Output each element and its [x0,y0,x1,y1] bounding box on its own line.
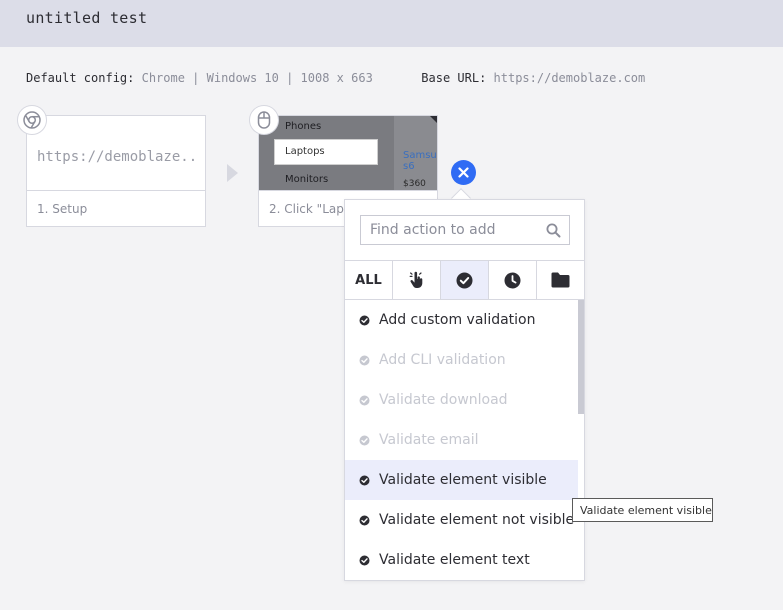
close-panel-button[interactable] [451,160,476,185]
step-card-setup[interactable]: https://demoblaze.... 1. Setup [26,115,206,227]
close-icon [458,167,469,178]
check-circle-icon [359,395,370,405]
action-item: Add CLI validation [345,340,578,380]
thumb-item-monitors: Monitors [285,174,329,185]
action-search[interactable] [360,215,570,245]
action-item[interactable]: Add custom validation [345,300,578,340]
add-action-panel: ALL Add custom validationAdd C [344,199,585,581]
filter-folder[interactable] [537,261,584,299]
action-item: Validate download [345,380,578,420]
chevron-right-icon [227,164,238,182]
thumb-product-price: $360 [403,179,426,189]
check-circle-icon [359,515,370,525]
filter-all-label: ALL [355,272,382,288]
clock-icon [504,272,521,288]
mouse-icon [249,105,279,135]
default-config-value[interactable]: Chrome | Windows 10 | 1008 x 663 [142,71,373,85]
action-item: Validate email [345,420,578,460]
config-line: Default config: Chrome | Windows 10 | 10… [26,71,645,87]
action-item[interactable]: Validate element visible [345,460,578,500]
step-screenshot-thumbnail: Phones Laptops Monitors Samsu s6 $360 [259,116,437,191]
base-url-value[interactable]: https://demoblaze.com [494,71,646,85]
folder-icon [551,272,570,288]
action-item-label: Validate element visible [379,472,547,488]
check-circle-icon [359,555,370,565]
step-url-preview: https://demoblaze.... [37,149,197,165]
action-item-label: Validate element not visible [379,512,575,528]
action-search-input[interactable] [361,216,541,244]
filter-wait[interactable] [489,261,537,299]
action-item[interactable]: Validate element text [345,540,578,580]
check-circle-icon [359,475,370,485]
action-item-label: Validate email [379,432,479,448]
check-circle-icon [359,355,370,365]
action-item-label: Validate download [379,392,508,408]
action-item-label: Add custom validation [379,312,536,328]
test-title[interactable]: untitled test [26,9,147,27]
thumb-product-name: Samsu s6 [403,150,437,172]
action-item-label: Validate element text [379,552,530,568]
action-item[interactable]: Validate element not visible [345,500,578,540]
action-list-scrollbar[interactable] [578,300,584,580]
pointer-hand-icon [409,271,422,288]
default-config-label: Default config: [26,71,135,85]
thumb-item-laptops: Laptops [274,139,378,165]
action-list: Add custom validation Add CLI validation V… [345,300,578,580]
scrollbar-thumb[interactable] [578,300,584,414]
step-caption: 1. Setup [27,190,205,226]
search-icon [546,223,561,238]
tooltip: Validate element visible [572,498,713,522]
app-header: untitled test [0,0,783,47]
check-circle-icon [359,435,370,445]
filter-interaction[interactable] [393,261,441,299]
filter-all[interactable]: ALL [345,261,393,299]
thumb-item-phones: Phones [285,121,322,132]
filter-validation[interactable] [441,261,489,299]
base-url-label: Base URL: [421,71,487,85]
action-item-label: Add CLI validation [379,352,506,368]
check-circle-icon [359,315,370,325]
chrome-icon [17,105,47,135]
action-category-filters: ALL [345,260,584,300]
check-circle-icon [456,272,473,288]
